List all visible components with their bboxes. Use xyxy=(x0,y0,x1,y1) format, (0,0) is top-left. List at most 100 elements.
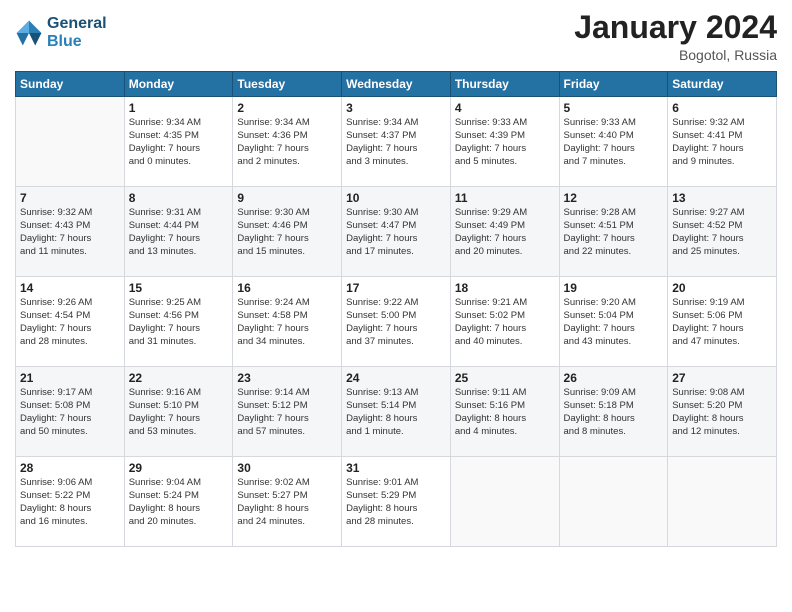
day-info: Sunrise: 9:02 AMSunset: 5:27 PMDaylight:… xyxy=(237,477,337,528)
calendar-cell xyxy=(559,457,668,547)
calendar-cell: 8Sunrise: 9:31 AMSunset: 4:44 PMDaylight… xyxy=(124,187,233,277)
calendar-cell xyxy=(668,457,777,547)
day-number: 26 xyxy=(564,371,664,385)
day-info: Sunrise: 9:01 AMSunset: 5:29 PMDaylight:… xyxy=(346,477,446,528)
day-info: Sunrise: 9:04 AMSunset: 5:24 PMDaylight:… xyxy=(129,477,229,528)
calendar-cell: 30 Sunrise: 9:02 AMSunset: 5:27 PMDayligh… xyxy=(233,457,342,547)
day-number: 22 xyxy=(129,371,229,385)
calendar-cell: 11Sunrise: 9:29 AMSunset: 4:49 PMDayligh… xyxy=(450,187,559,277)
days-header-row: SundayMondayTuesdayWednesdayThursdayFrid… xyxy=(16,72,777,97)
week-row-4: 21Sunrise: 9:17 AMSunset: 5:08 PMDayligh… xyxy=(16,367,777,457)
day-number: 19 xyxy=(564,281,664,295)
day-info: Sunrise: 9:06 AMSunset: 5:22 PMDaylight:… xyxy=(20,477,120,528)
day-info: Sunrise: 9:33 AMSunset: 4:40 PMDaylight:… xyxy=(564,117,664,168)
day-number: 29 xyxy=(129,461,229,475)
calendar-cell: 25 Sunrise: 9:11 AMSunset: 5:16 PMDayligh… xyxy=(450,367,559,457)
day-number: 16 xyxy=(237,281,337,295)
calendar-cell: 10 Sunrise: 9:30 AMSunset: 4:47 PMDayligh… xyxy=(342,187,451,277)
week-row-1: 1 Sunrise: 9:34 AMSunset: 4:35 PMDaylight… xyxy=(16,97,777,187)
calendar-cell: 5Sunrise: 9:33 AMSunset: 4:40 PMDaylight… xyxy=(559,97,668,187)
day-number: 9 xyxy=(237,191,337,205)
week-row-5: 28Sunrise: 9:06 AMSunset: 5:22 PMDayligh… xyxy=(16,457,777,547)
day-number: 24 xyxy=(346,371,446,385)
day-header-sunday: Sunday xyxy=(16,72,125,97)
calendar-cell: 6Sunrise: 9:32 AMSunset: 4:41 PMDaylight… xyxy=(668,97,777,187)
calendar-cell: 13 Sunrise: 9:27 AMSunset: 4:52 PMDayligh… xyxy=(668,187,777,277)
day-header-friday: Friday xyxy=(559,72,668,97)
day-header-wednesday: Wednesday xyxy=(342,72,451,97)
day-info: Sunrise: 9:34 AMSunset: 4:35 PMDaylight:… xyxy=(129,117,229,168)
calendar-cell: 19 Sunrise: 9:20 AMSunset: 5:04 PMDayligh… xyxy=(559,277,668,367)
calendar-cell: 2Sunrise: 9:34 AMSunset: 4:36 PMDaylight… xyxy=(233,97,342,187)
calendar-cell: 21Sunrise: 9:17 AMSunset: 5:08 PMDayligh… xyxy=(16,367,125,457)
day-info: Sunrise: 9:20 AMSunset: 5:04 PMDaylight:… xyxy=(564,297,664,348)
day-info: Sunrise: 9:34 AMSunset: 4:37 PMDaylight:… xyxy=(346,117,446,168)
day-info: Sunrise: 9:13 AMSunset: 5:14 PMDaylight:… xyxy=(346,387,446,438)
day-number: 30 xyxy=(237,461,337,475)
day-number: 23 xyxy=(237,371,337,385)
calendar-cell xyxy=(450,457,559,547)
week-row-3: 14Sunrise: 9:26 AMSunset: 4:54 PMDayligh… xyxy=(16,277,777,367)
calendar-cell: 28Sunrise: 9:06 AMSunset: 5:22 PMDayligh… xyxy=(16,457,125,547)
calendar-cell: 29 Sunrise: 9:04 AMSunset: 5:24 PMDayligh… xyxy=(124,457,233,547)
calendar-cell: 17Sunrise: 9:22 AMSunset: 5:00 PMDayligh… xyxy=(342,277,451,367)
day-number: 20 xyxy=(672,281,772,295)
day-info: Sunrise: 9:30 AMSunset: 4:46 PMDaylight:… xyxy=(237,207,337,258)
week-row-2: 7Sunrise: 9:32 AMSunset: 4:43 PMDaylight… xyxy=(16,187,777,277)
day-number: 1 xyxy=(129,101,229,115)
day-number: 18 xyxy=(455,281,555,295)
day-info: Sunrise: 9:29 AMSunset: 4:49 PMDaylight:… xyxy=(455,207,555,258)
calendar-cell: 1 Sunrise: 9:34 AMSunset: 4:35 PMDaylight… xyxy=(124,97,233,187)
day-number: 13 xyxy=(672,191,772,205)
day-number: 25 xyxy=(455,371,555,385)
day-number: 4 xyxy=(455,101,555,115)
calendar-cell: 24 Sunrise: 9:13 AMSunset: 5:14 PMDayligh… xyxy=(342,367,451,457)
day-info: Sunrise: 9:31 AMSunset: 4:44 PMDaylight:… xyxy=(129,207,229,258)
calendar-cell: 12 Sunrise: 9:28 AMSunset: 4:51 PMDayligh… xyxy=(559,187,668,277)
day-info: Sunrise: 9:11 AMSunset: 5:16 PMDaylight:… xyxy=(455,387,555,438)
calendar-cell: 27 Sunrise: 9:08 AMSunset: 5:20 PMDayligh… xyxy=(668,367,777,457)
calendar-cell: 26Sunrise: 9:09 AMSunset: 5:18 PMDayligh… xyxy=(559,367,668,457)
day-header-monday: Monday xyxy=(124,72,233,97)
logo-blue: Blue xyxy=(47,33,107,51)
calendar-cell: 20 Sunrise: 9:19 AMSunset: 5:06 PMDayligh… xyxy=(668,277,777,367)
calendar-cell: 9 Sunrise: 9:30 AMSunset: 4:46 PMDaylight… xyxy=(233,187,342,277)
calendar-cell: 7Sunrise: 9:32 AMSunset: 4:43 PMDaylight… xyxy=(16,187,125,277)
day-info: Sunrise: 9:30 AMSunset: 4:47 PMDaylight:… xyxy=(346,207,446,258)
day-number: 27 xyxy=(672,371,772,385)
day-info: Sunrise: 9:33 AMSunset: 4:39 PMDaylight:… xyxy=(455,117,555,168)
calendar-cell: 22 Sunrise: 9:16 AMSunset: 5:10 PMDayligh… xyxy=(124,367,233,457)
day-number: 10 xyxy=(346,191,446,205)
day-info: Sunrise: 9:08 AMSunset: 5:20 PMDaylight:… xyxy=(672,387,772,438)
day-number: 2 xyxy=(237,101,337,115)
logo-general: General xyxy=(47,15,107,33)
calendar-cell: 3Sunrise: 9:34 AMSunset: 4:37 PMDaylight… xyxy=(342,97,451,187)
calendar-cell: 4 Sunrise: 9:33 AMSunset: 4:39 PMDaylight… xyxy=(450,97,559,187)
day-header-tuesday: Tuesday xyxy=(233,72,342,97)
day-info: Sunrise: 9:22 AMSunset: 5:00 PMDaylight:… xyxy=(346,297,446,348)
day-info: Sunrise: 9:16 AMSunset: 5:10 PMDaylight:… xyxy=(129,387,229,438)
title-block: January 2024 Bogotol, Russia xyxy=(574,10,777,63)
calendar-cell: 14Sunrise: 9:26 AMSunset: 4:54 PMDayligh… xyxy=(16,277,125,367)
calendar-cell: 31 Sunrise: 9:01 AMSunset: 5:29 PMDayligh… xyxy=(342,457,451,547)
logo-icon xyxy=(15,19,43,47)
day-header-saturday: Saturday xyxy=(668,72,777,97)
calendar-cell: 16 Sunrise: 9:24 AMSunset: 4:58 PMDayligh… xyxy=(233,277,342,367)
day-number: 31 xyxy=(346,461,446,475)
day-info: Sunrise: 9:19 AMSunset: 5:06 PMDaylight:… xyxy=(672,297,772,348)
day-number: 12 xyxy=(564,191,664,205)
location: Bogotol, Russia xyxy=(574,47,777,63)
day-info: Sunrise: 9:27 AMSunset: 4:52 PMDaylight:… xyxy=(672,207,772,258)
day-info: Sunrise: 9:14 AMSunset: 5:12 PMDaylight:… xyxy=(237,387,337,438)
day-number: 15 xyxy=(129,281,229,295)
calendar-cell: 18 Sunrise: 9:21 AMSunset: 5:02 PMDayligh… xyxy=(450,277,559,367)
calendar-cell xyxy=(16,97,125,187)
day-info: Sunrise: 9:24 AMSunset: 4:58 PMDaylight:… xyxy=(237,297,337,348)
day-info: Sunrise: 9:21 AMSunset: 5:02 PMDaylight:… xyxy=(455,297,555,348)
logo: General Blue xyxy=(15,15,107,50)
calendar-table: SundayMondayTuesdayWednesdayThursdayFrid… xyxy=(15,71,777,547)
month-title: January 2024 xyxy=(574,10,777,45)
day-info: Sunrise: 9:32 AMSunset: 4:43 PMDaylight:… xyxy=(20,207,120,258)
page: General Blue January 2024 Bogotol, Russi… xyxy=(0,0,792,612)
day-info: Sunrise: 9:28 AMSunset: 4:51 PMDaylight:… xyxy=(564,207,664,258)
